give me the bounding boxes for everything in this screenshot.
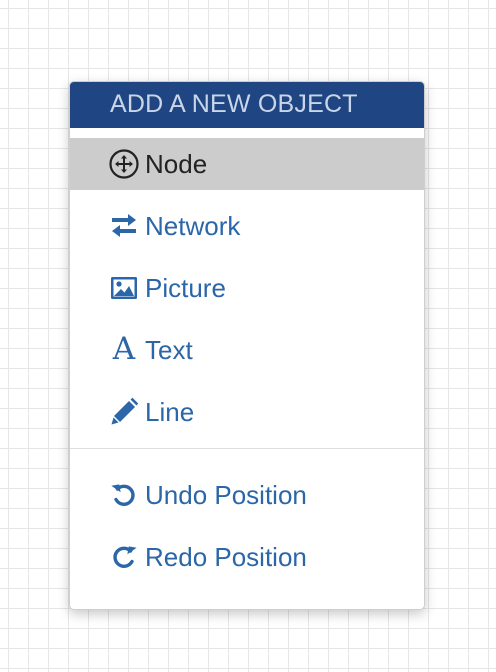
undo-icon [109, 480, 139, 510]
swap-arrows-icon [109, 211, 139, 241]
menu-item-label: Text [145, 334, 193, 365]
pencil-icon [109, 397, 139, 427]
image-icon [109, 273, 139, 303]
move-arrows-circle-icon [109, 149, 139, 179]
menu-header: ADD A NEW OBJECT [70, 82, 424, 128]
menu-item-label: Network [145, 210, 241, 241]
redo-icon [109, 542, 139, 572]
menu-item-label: Node [145, 148, 208, 179]
add-object-menu: ADD A NEW OBJECT Node Network Picture A … [69, 81, 425, 610]
menu-item-label: Redo Position [145, 541, 307, 572]
menu-list: Node Network Picture A Text Line Undo Po… [70, 128, 424, 583]
menu-item-label: Line [145, 396, 195, 427]
menu-item-undo-position[interactable]: Undo Position [70, 469, 424, 521]
menu-item-line[interactable]: Line [70, 386, 424, 438]
menu-item-label: Picture [145, 272, 226, 303]
menu-item-network[interactable]: Network [70, 200, 424, 252]
menu-item-node[interactable]: Node [70, 138, 424, 190]
menu-item-label: Undo Position [145, 479, 307, 510]
font-serif-a-icon: A [112, 331, 136, 367]
menu-divider [70, 448, 424, 449]
menu-item-picture[interactable]: Picture [70, 262, 424, 314]
menu-item-text[interactable]: A Text [70, 324, 424, 376]
menu-item-redo-position[interactable]: Redo Position [70, 531, 424, 583]
